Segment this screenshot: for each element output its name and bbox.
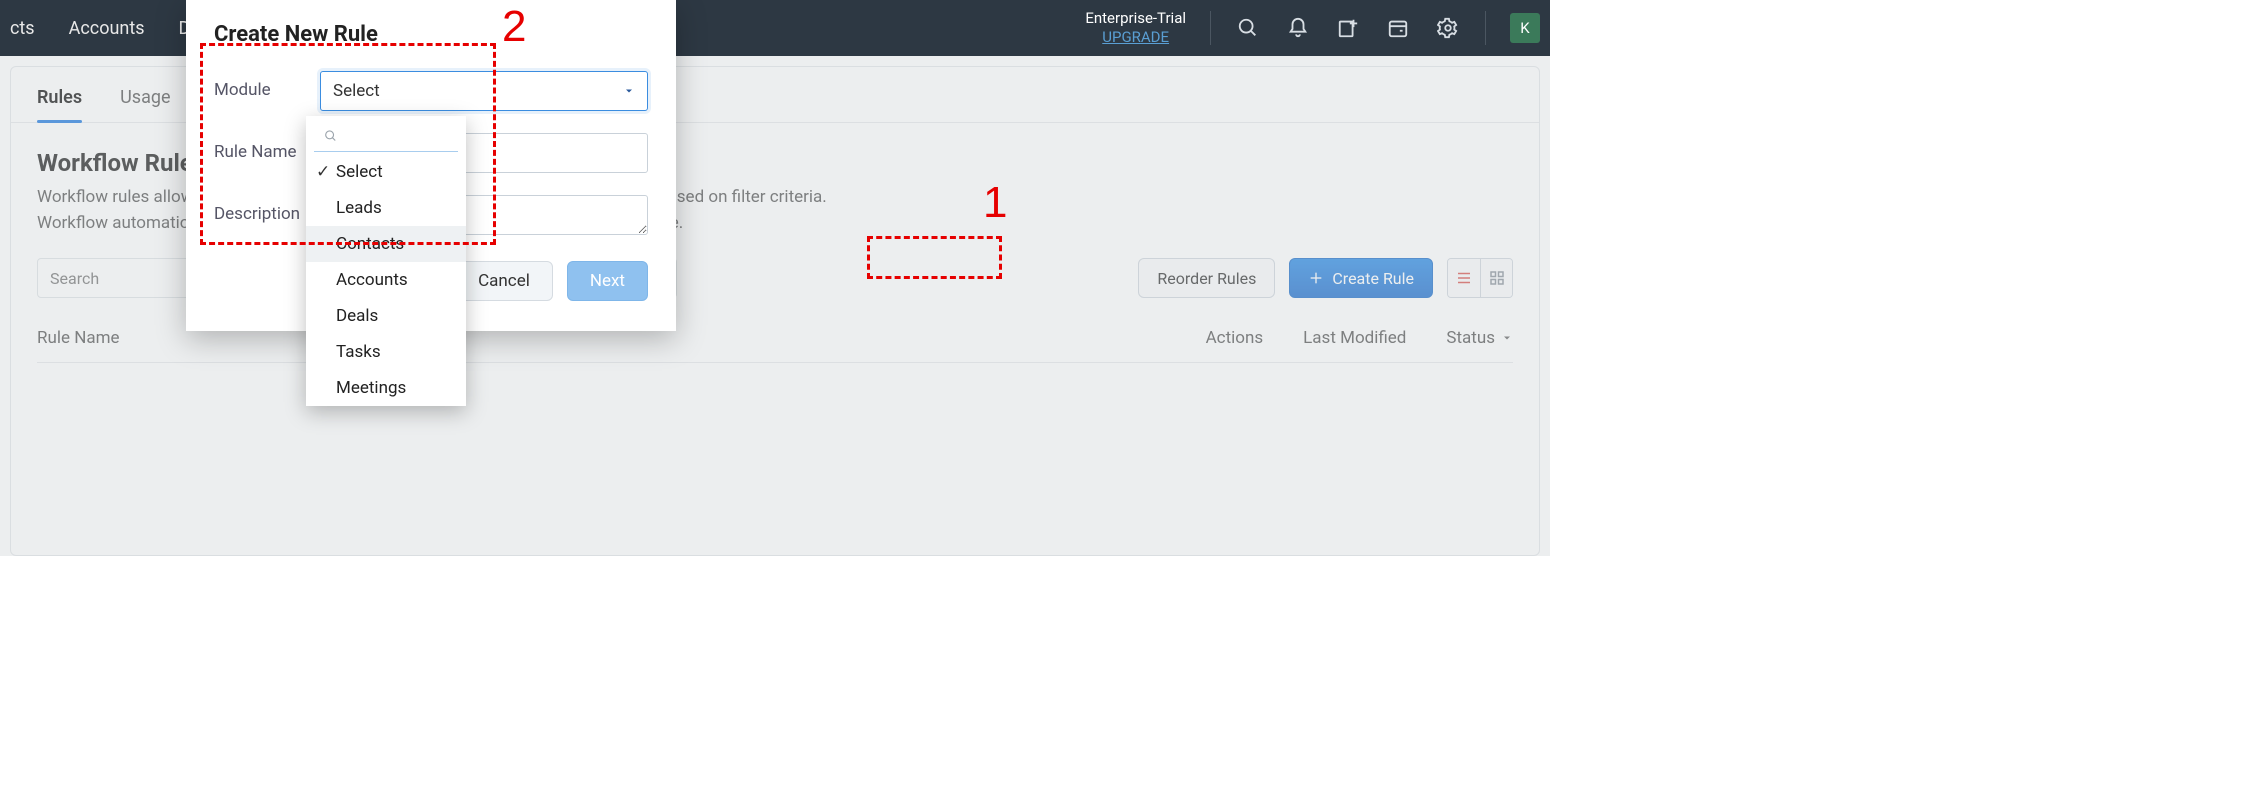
avatar[interactable]: K <box>1510 13 1540 43</box>
trial-label: Enterprise-Trial <box>1085 9 1186 29</box>
dropdown-item-leads[interactable]: Leads <box>306 190 466 226</box>
description-label: Description <box>214 204 320 224</box>
dropdown-item-meetings[interactable]: Meetings <box>306 370 466 406</box>
module-select-value: Select <box>333 81 380 101</box>
divider <box>1210 11 1211 45</box>
topbar-right: Enterprise-Trial UPGRADE K <box>1085 9 1540 48</box>
annotation-label-1: 1 <box>983 178 1007 228</box>
dropdown-search <box>314 120 458 152</box>
modal-title: Create New Rule <box>214 22 648 47</box>
dropdown-item-deals[interactable]: Deals <box>306 298 466 334</box>
dropdown-search-input[interactable] <box>343 126 448 145</box>
calendar-icon[interactable] <box>1385 15 1411 41</box>
chevron-down-icon <box>623 85 635 97</box>
module-dropdown: Select Leads Contacts Accounts Deals Tas… <box>306 116 466 406</box>
gear-icon[interactable] <box>1435 15 1461 41</box>
module-select[interactable]: Select <box>320 71 648 111</box>
divider <box>1485 11 1486 45</box>
dropdown-item-accounts[interactable]: Accounts <box>306 262 466 298</box>
annotation-label-2: 2 <box>502 2 526 52</box>
module-label: Module <box>214 80 320 100</box>
trial-info: Enterprise-Trial UPGRADE <box>1085 9 1186 48</box>
rule-name-label: Rule Name <box>214 142 320 162</box>
field-module: Module Select <box>214 71 648 111</box>
dropdown-item-select[interactable]: Select <box>306 154 466 190</box>
upgrade-link[interactable]: UPGRADE <box>1085 28 1186 48</box>
cancel-button[interactable]: Cancel <box>455 261 553 301</box>
bell-icon[interactable] <box>1285 15 1311 41</box>
search-icon <box>324 128 337 144</box>
add-icon[interactable] <box>1335 15 1361 41</box>
search-icon[interactable] <box>1235 15 1261 41</box>
next-button[interactable]: Next <box>567 261 648 301</box>
dropdown-item-contacts[interactable]: Contacts <box>306 226 466 262</box>
nav-accounts[interactable]: Accounts <box>69 18 145 39</box>
dropdown-item-tasks[interactable]: Tasks <box>306 334 466 370</box>
nav-contacts[interactable]: cts <box>10 18 35 39</box>
